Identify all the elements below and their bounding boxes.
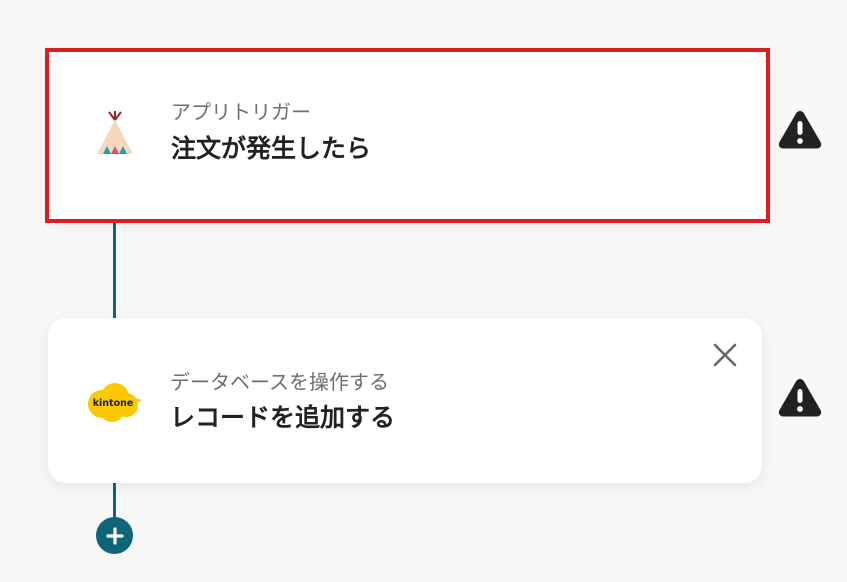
step-title: レコードを追加する [170, 403, 396, 432]
flow-connector-line [113, 480, 116, 520]
step-category-label: データベースを操作する [170, 370, 389, 394]
step-category-label: アプリトリガー [171, 100, 311, 124]
teepee-app-icon [87, 106, 143, 162]
trigger-step-card[interactable]: アプリトリガー 注文が発生したら [45, 48, 770, 223]
warning-triangle-icon[interactable] [777, 108, 823, 150]
kintone-icon: kintone [86, 374, 142, 430]
step-title: 注文が発生したら [171, 134, 372, 163]
close-icon[interactable] [711, 341, 739, 369]
kintone-step-card[interactable]: kintone データベースを操作する レコードを追加する [48, 318, 762, 483]
warning-triangle-icon[interactable] [777, 376, 823, 418]
kintone-logo-text: kintone [93, 398, 134, 409]
flow-connector-line [113, 215, 116, 320]
add-step-button[interactable] [96, 517, 133, 554]
plus-icon [105, 526, 124, 545]
